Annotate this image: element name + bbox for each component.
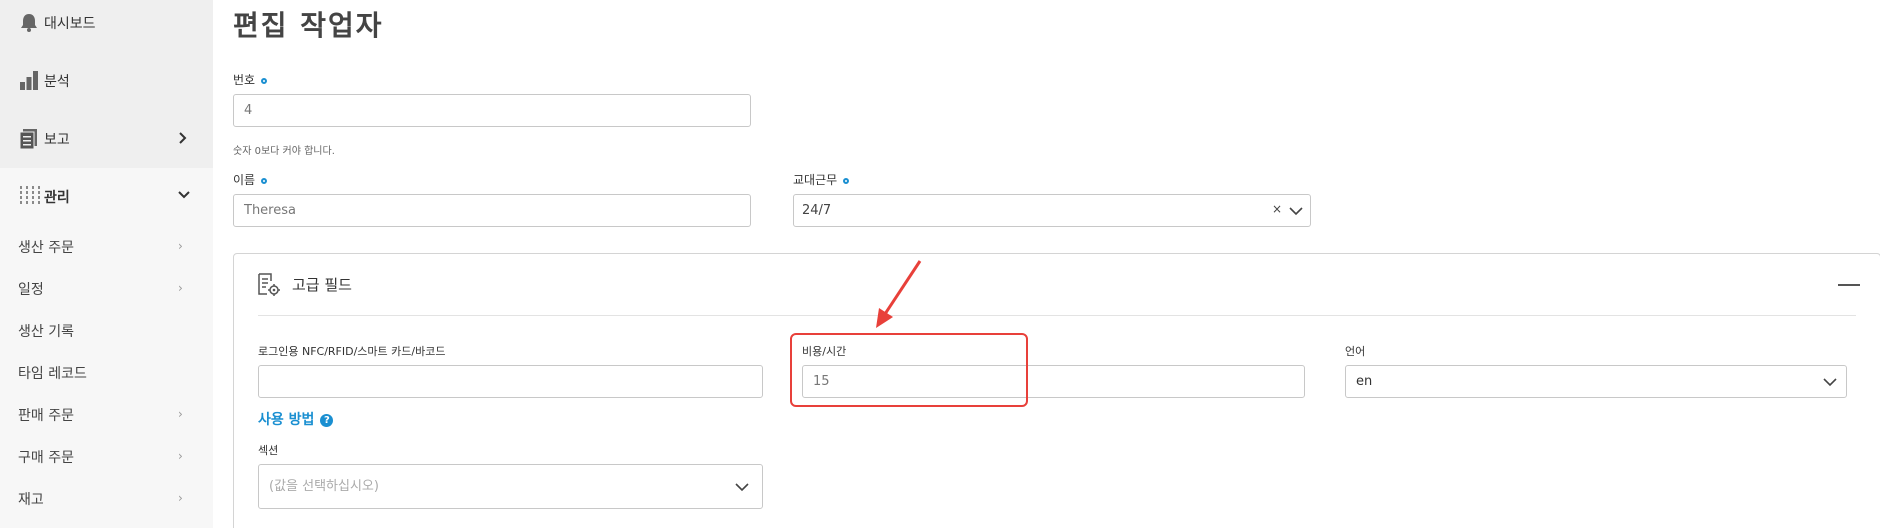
sidebar-item-label: 분석 <box>44 74 70 90</box>
shift-select[interactable]: 24/7 <box>793 194 1311 227</box>
sliders-icon <box>20 186 40 206</box>
sidebar-item-label: 대시보드 <box>44 16 96 32</box>
name-label-text: 이름 <box>233 173 256 187</box>
clear-icon[interactable]: × <box>1272 202 1282 216</box>
report-icon <box>19 129 37 149</box>
chevron-down-icon[interactable] <box>1289 206 1303 216</box>
bell-icon <box>21 14 37 32</box>
sidebar-subitem-schedule[interactable]: 일정 <box>18 279 44 299</box>
chevron-right-icon: › <box>178 491 183 505</box>
chevron-right-icon: › <box>178 407 183 421</box>
number-hint: 숫자 0보다 커야 합니다. <box>233 146 335 157</box>
section-placeholder: (값을 선택하십시오) <box>269 479 379 494</box>
sidebar-item-reports[interactable]: 보고 <box>0 126 213 150</box>
how-to-use-text: 사용 방법 <box>258 412 315 428</box>
sidebar-subitem-production-records[interactable]: 생산 기록 <box>18 321 74 341</box>
required-indicator-icon <box>261 77 268 84</box>
language-select[interactable]: en <box>1345 365 1847 398</box>
number-input[interactable]: 4 <box>233 94 751 127</box>
name-input[interactable]: Theresa <box>233 194 751 227</box>
language-label: 언어 <box>1345 345 1366 358</box>
shift-field-label: 교대근무 <box>793 171 850 188</box>
sidebar: 대시보드 분석 보고 관리 생산 주문 › 일정 › 생산 기록 타임 레코드 … <box>0 0 213 528</box>
shift-label-text: 교대근무 <box>793 173 838 187</box>
sidebar-item-analytics[interactable]: 분석 <box>0 68 213 92</box>
sidebar-subitem-inventory[interactable]: 재고 <box>18 489 44 509</box>
sidebar-item-label: 보고 <box>44 132 70 148</box>
sidebar-subitem-time-records[interactable]: 타임 레코드 <box>18 363 87 383</box>
how-to-use-link[interactable]: 사용 방법? <box>258 409 334 429</box>
sidebar-subitem-production-orders[interactable]: 생산 주문 <box>18 237 74 257</box>
page-title: 편집 작업자 <box>233 9 384 42</box>
shift-selected-value: 24/7 <box>802 203 832 218</box>
sidebar-item-management[interactable]: 관리 <box>0 184 213 208</box>
annotation-highlight-box <box>790 333 1028 407</box>
required-indicator-icon <box>843 177 850 184</box>
number-field-label: 번호 <box>233 71 268 88</box>
chevron-down-icon[interactable] <box>1823 377 1837 387</box>
chevron-right-icon: › <box>178 449 183 463</box>
sidebar-subitem-sales-orders[interactable]: 판매 주문 <box>18 405 74 425</box>
chevron-right-icon: › <box>178 281 183 295</box>
annotation-arrow-icon <box>876 260 922 328</box>
required-indicator-icon <box>261 177 268 184</box>
chevron-down-icon <box>178 191 190 199</box>
chevron-right-icon <box>179 132 187 144</box>
login-nfc-input[interactable] <box>258 365 763 398</box>
sidebar-subitem-purchase-orders[interactable]: 구매 주문 <box>18 447 74 467</box>
name-field-label: 이름 <box>233 171 268 188</box>
sidebar-item-dashboard[interactable]: 대시보드 <box>0 10 213 34</box>
section-label: 섹션 <box>258 444 279 457</box>
language-selected-value: en <box>1356 374 1373 389</box>
main-content: 편집 작업자 번호 4 숫자 0보다 커야 합니다. 이름 Theresa 교대… <box>213 0 1880 528</box>
chevron-down-icon[interactable] <box>735 482 749 492</box>
help-icon: ? <box>320 413 334 427</box>
login-nfc-label: 로그인용 NFC/RFID/스마트 카드/바코드 <box>258 345 446 358</box>
number-label-text: 번호 <box>233 73 256 87</box>
panel-divider <box>258 315 1856 316</box>
chevron-right-icon: › <box>178 239 183 253</box>
collapse-icon[interactable] <box>1838 284 1860 286</box>
sidebar-item-label: 관리 <box>44 190 70 206</box>
advanced-fields-title: 고급 필드 <box>292 276 352 294</box>
section-select[interactable]: (값을 선택하십시오) <box>258 464 763 509</box>
settings-document-icon <box>258 273 280 296</box>
bar-chart-icon <box>20 71 38 90</box>
